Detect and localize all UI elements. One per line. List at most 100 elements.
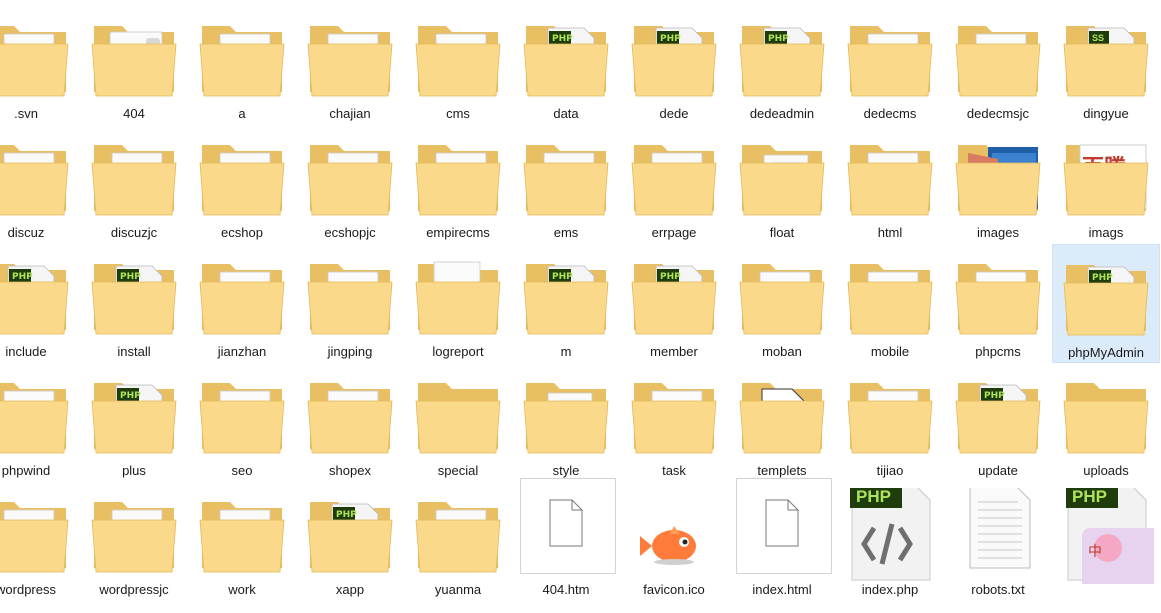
folder-item[interactable]: chajian <box>296 6 404 125</box>
folder-item[interactable]: PHP install <box>80 244 188 363</box>
folder-icon: PHP <box>523 26 609 97</box>
folder-item[interactable]: moban <box>728 244 836 363</box>
folder-icon <box>307 383 393 454</box>
item-icon <box>194 131 290 227</box>
file-item[interactable]: PHP index.php <box>836 482 944 601</box>
folder-item[interactable]: ems <box>512 125 620 244</box>
folder-item[interactable]: PHP phpMyAdmin <box>1052 244 1160 363</box>
item-label: tijiao <box>876 463 904 478</box>
folder-item[interactable]: mobile <box>836 244 944 363</box>
item-icon <box>1058 369 1154 465</box>
folder-item[interactable]: phpcms <box>944 244 1052 363</box>
item-label: chajian <box>329 106 371 121</box>
folder-item[interactable]: errpage <box>620 125 728 244</box>
folder-item[interactable]: seo <box>188 363 296 482</box>
folder-item[interactable]: float <box>728 125 836 244</box>
file-item[interactable]: favicon.ico <box>620 482 728 601</box>
folder-item[interactable]: dedecms <box>836 6 944 125</box>
folder-item[interactable]: PHP data <box>512 6 620 125</box>
folder-item[interactable]: empirecms <box>404 125 512 244</box>
item-icon <box>86 488 182 584</box>
folder-item[interactable]: uploads <box>1052 363 1160 482</box>
folder-item[interactable]: style <box>512 363 620 482</box>
item-icon <box>518 369 614 465</box>
item-icon <box>0 12 74 108</box>
folder-item[interactable]: PHP xapp <box>296 482 404 601</box>
folder-item[interactable]: PHP member <box>620 244 728 363</box>
item-icon <box>842 131 938 227</box>
folder-item[interactable]: task <box>620 363 728 482</box>
item-label: dedeadmin <box>749 106 815 121</box>
folder-icon <box>415 383 501 454</box>
item-label: a <box>238 106 246 121</box>
item-label: wordpress <box>0 582 56 597</box>
folder-item[interactable]: 404 <box>80 6 188 125</box>
file-item[interactable]: 404.htm <box>512 478 620 601</box>
item-label: phpwind <box>1 463 51 478</box>
folder-item[interactable]: 百腾 www.g imags <box>1052 125 1160 244</box>
folder-item[interactable]: PHP plus <box>80 363 188 482</box>
folder-item[interactable]: logreport <box>404 244 512 363</box>
item-icon: PHP <box>626 12 722 108</box>
folder-item[interactable]: PHP dede <box>620 6 728 125</box>
folder-icon: PHP <box>523 264 609 335</box>
folder-item[interactable]: shopex <box>296 363 404 482</box>
item-icon: PHP <box>86 369 182 465</box>
folder-item[interactable]: special <box>404 363 512 482</box>
item-label: imags <box>1088 225 1124 240</box>
folder-item[interactable]: ecshopjc <box>296 125 404 244</box>
folder-item[interactable]: PHP update <box>944 363 1052 482</box>
item-label: robots.txt <box>971 582 1025 597</box>
item-icon <box>626 369 722 465</box>
file-item[interactable]: PHP 中 <box>1052 482 1160 601</box>
folder-item[interactable]: ecshop <box>188 125 296 244</box>
item-label: mobile <box>870 344 910 359</box>
folder-item[interactable]: dedecmsjc <box>944 6 1052 125</box>
folder-item[interactable]: work <box>188 482 296 601</box>
html-file-icon <box>549 499 583 547</box>
item-label: update <box>978 463 1018 478</box>
folder-icon: PHP <box>91 264 177 335</box>
svg-text:PHP: PHP <box>552 34 573 44</box>
file-item[interactable]: index.html <box>728 478 836 601</box>
folder-icon <box>847 383 933 454</box>
item-icon <box>410 488 506 584</box>
folder-item[interactable]: tijiao <box>836 363 944 482</box>
item-label: dingyue <box>1083 106 1129 121</box>
item-label: yuanma <box>434 582 482 597</box>
folder-item[interactable]: cms <box>404 6 512 125</box>
folder-item[interactable]: html <box>836 125 944 244</box>
folder-item[interactable]: PHP dedeadmin <box>728 6 836 125</box>
item-label: cms <box>446 106 470 121</box>
item-label: task <box>662 463 686 478</box>
item-label: seo <box>231 463 253 478</box>
folder-item[interactable]: wordpressjc <box>80 482 188 601</box>
folder-item[interactable]: templets <box>728 363 836 482</box>
folder-item[interactable]: 下载 images <box>944 125 1052 244</box>
item-label: errpage <box>651 225 697 240</box>
folder-icon: PHP <box>631 264 717 335</box>
folder-item[interactable]: .svn <box>0 6 80 125</box>
item-label: images <box>977 225 1019 240</box>
folder-item[interactable]: jingping <box>296 244 404 363</box>
folder-item[interactable]: discuz <box>0 125 80 244</box>
item-label: ecshopjc <box>324 225 376 240</box>
folder-item[interactable]: yuanma <box>404 482 512 601</box>
folder-item[interactable]: a <box>188 6 296 125</box>
folder-item[interactable]: wordpress <box>0 482 80 601</box>
folder-icon: PHP <box>307 502 393 573</box>
folder-item[interactable]: PHP m <box>512 244 620 363</box>
folder-icon <box>199 383 285 454</box>
folder-icon <box>307 26 393 97</box>
item-icon: PHP <box>302 488 398 584</box>
file-item[interactable]: robots.txt <box>944 482 1052 601</box>
folder-icon <box>199 145 285 216</box>
folder-item[interactable]: PHP include <box>0 244 80 363</box>
folder-item[interactable]: jianzhan <box>188 244 296 363</box>
item-icon <box>842 250 938 346</box>
folder-item[interactable]: phpwind <box>0 363 80 482</box>
folder-item[interactable]: discuzjc <box>80 125 188 244</box>
item-label: logreport <box>432 344 484 359</box>
item-label: .svn <box>14 106 38 121</box>
folder-item[interactable]: SS dingyue <box>1052 6 1160 125</box>
